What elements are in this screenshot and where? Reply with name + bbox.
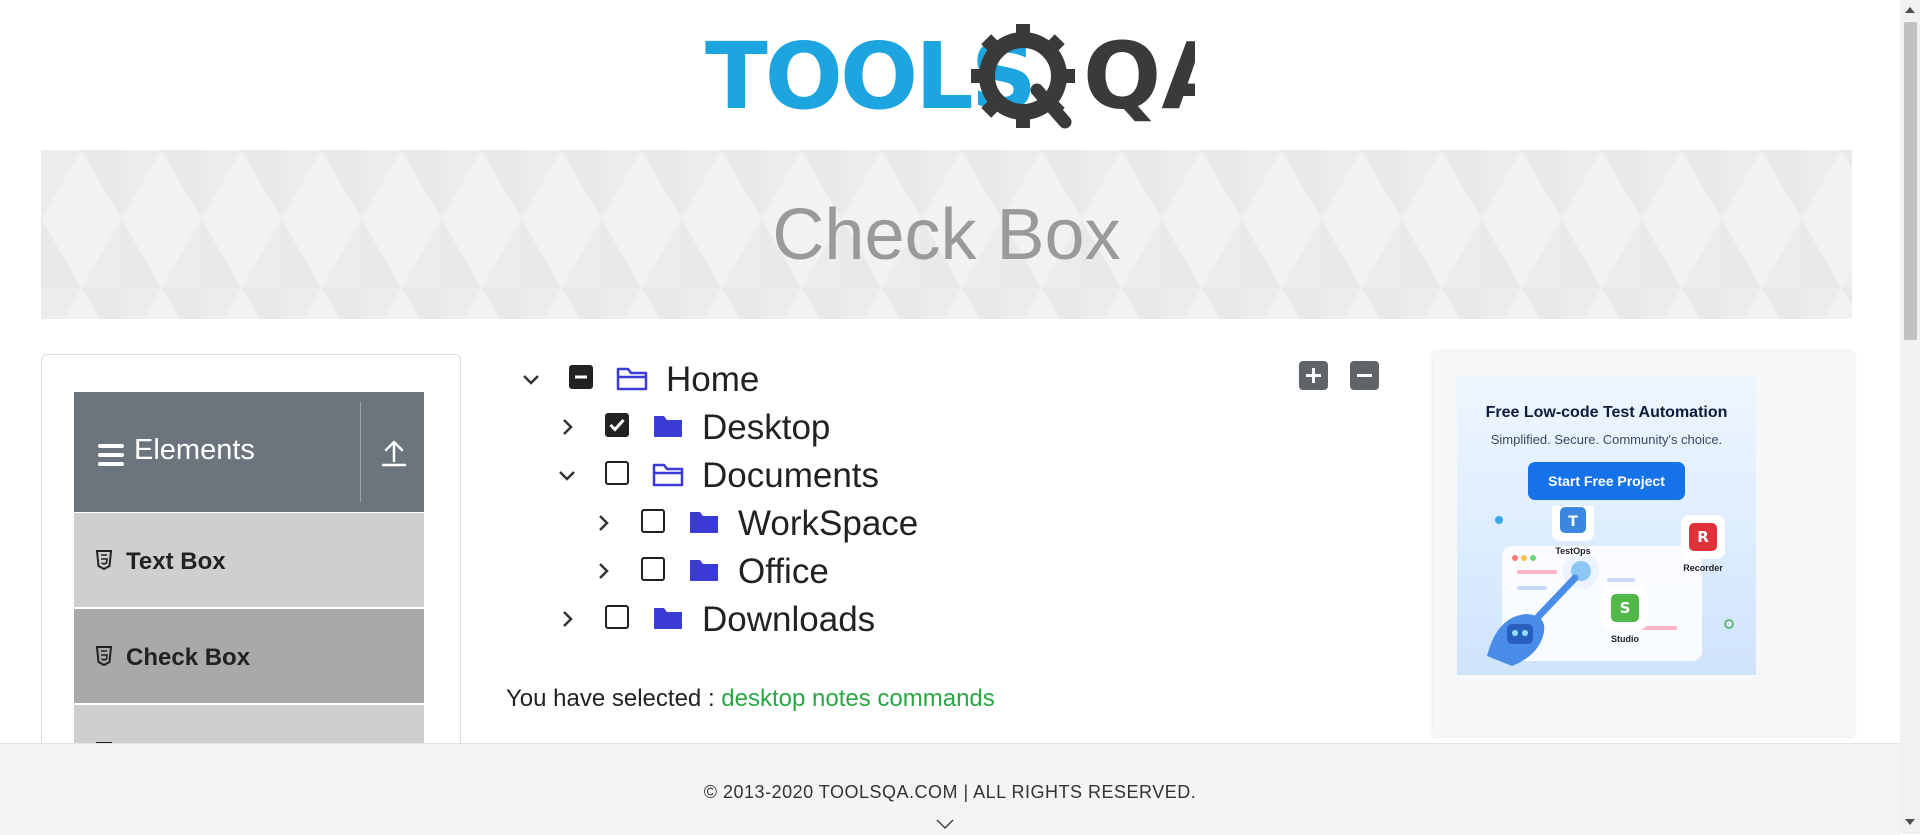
header-divider: [360, 402, 361, 502]
html5-icon: [96, 550, 112, 570]
folder-icon: [690, 512, 718, 533]
tree-node-label[interactable]: Documents: [702, 456, 879, 496]
vertical-scrollbar[interactable]: [1900, 0, 1920, 834]
chevron-right-icon[interactable]: [592, 512, 614, 534]
sidebar-item-label: Text Box: [126, 548, 226, 575]
ad-illustration: T TestOps R Recorder S Studio: [1487, 506, 1734, 666]
chevron-right-icon[interactable]: [592, 560, 614, 582]
collapse-all-button[interactable]: [1350, 361, 1379, 390]
chevron-down-icon[interactable]: [520, 368, 542, 390]
sidebar-item-text-box[interactable]: Text Box: [74, 513, 424, 609]
ad-subtitle: Simplified. Secure. Community's choice.: [1490, 432, 1723, 447]
chevron-right-icon[interactable]: [556, 608, 578, 630]
scroll-up-arrow-icon[interactable]: [1905, 6, 1915, 14]
page-title: Check Box: [772, 195, 1121, 275]
svg-text:T: T: [1568, 514, 1578, 530]
footer-copyright: © 2013-2020 TOOLSQA.COM | ALL RIGHTS RES…: [703, 782, 1197, 802]
sidebar-item-label: Check Box: [126, 644, 251, 671]
folder-open-icon: [652, 463, 684, 487]
plus-icon: [1306, 368, 1321, 383]
chevron-right-icon[interactable]: [556, 416, 578, 438]
left-sidebar: Elements Text Box Check Box: [41, 354, 461, 756]
checkbox-desktop[interactable]: [605, 413, 629, 437]
checkbox-documents[interactable]: [605, 461, 629, 485]
minus-icon: [1357, 374, 1372, 377]
ad-banner[interactable]: Free Low-code Test Automation Simplified…: [1457, 376, 1756, 675]
selection-result: You have selected : desktop notes comman…: [506, 685, 995, 713]
ad-label-studio: Studio: [1611, 634, 1639, 644]
folder-icon: [654, 608, 682, 629]
folder-open-icon: [616, 367, 648, 391]
toolsqa-logo[interactable]: TOOLS QA: [705, 22, 1195, 134]
page-banner: Check Box: [41, 150, 1852, 319]
start-free-project-button[interactable]: Start Free Project: [1528, 462, 1685, 500]
chevron-down-icon[interactable]: [556, 464, 578, 486]
ad-label-testops: TestOps: [1555, 546, 1590, 556]
checkbox-home[interactable]: [569, 365, 593, 389]
group-header-label: Elements: [134, 434, 255, 466]
hamburger-icon: [98, 444, 124, 466]
result-items: desktop notes commands: [721, 685, 995, 712]
ad-title: Free Low-code Test Automation: [1485, 404, 1728, 421]
scrollbar-thumb[interactable]: [1904, 22, 1917, 340]
logo-qa-text: QA: [1083, 23, 1195, 130]
folder-icon: [654, 416, 682, 437]
svg-text:R: R: [1697, 528, 1709, 546]
ad-label-recorder: Recorder: [1683, 563, 1723, 573]
page-footer: © 2013-2020 TOOLSQA.COM | ALL RIGHTS RES…: [0, 743, 1900, 835]
checkbox-workspace[interactable]: [641, 509, 665, 533]
tree-node-label[interactable]: Home: [666, 360, 759, 400]
upload-icon[interactable]: [379, 437, 409, 469]
group-header-elements[interactable]: Elements: [74, 392, 424, 512]
html5-icon: [96, 646, 112, 666]
sidebar-item-check-box[interactable]: Check Box: [74, 609, 424, 705]
folder-icon: [690, 560, 718, 581]
expand-all-button[interactable]: [1299, 361, 1328, 390]
scroll-down-arrow-icon[interactable]: [1905, 818, 1915, 826]
ad-container: Free Low-code Test Automation Simplified…: [1433, 352, 1854, 736]
checkbox-downloads[interactable]: [605, 605, 629, 629]
tree-node-label[interactable]: Desktop: [702, 408, 830, 448]
checkbox-office[interactable]: [641, 557, 665, 581]
tree-node-label[interactable]: Downloads: [702, 600, 875, 640]
tree-node-label[interactable]: WorkSpace: [738, 504, 918, 544]
tree-node-label[interactable]: Office: [738, 552, 829, 592]
svg-text:S: S: [1620, 599, 1631, 617]
result-prefix: You have selected :: [506, 685, 715, 712]
chevron-down-icon[interactable]: [935, 818, 955, 830]
